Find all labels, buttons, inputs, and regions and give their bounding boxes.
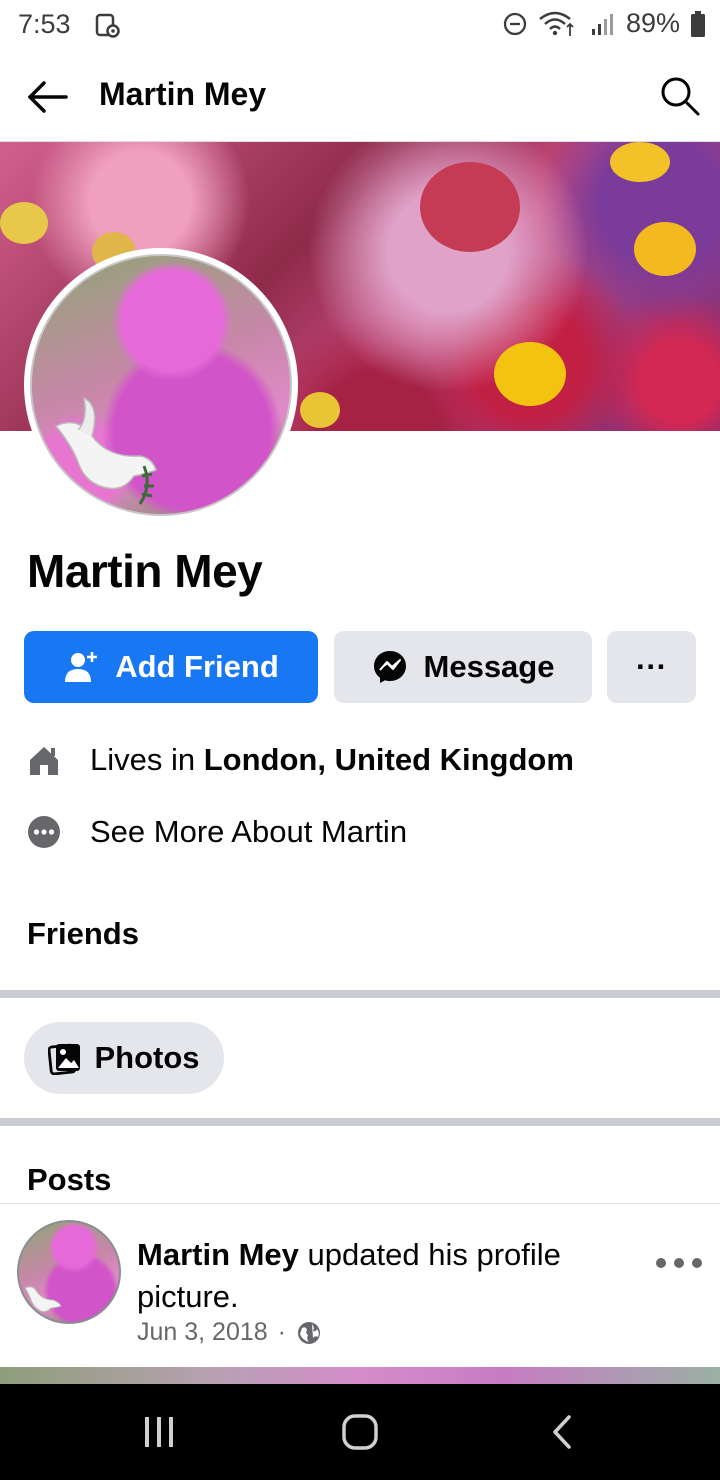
do-not-disturb-icon [503, 12, 527, 35]
globe-icon [298, 1321, 320, 1344]
search-icon[interactable] [658, 74, 702, 118]
home-icon [30, 747, 58, 775]
dove-icon [54, 396, 157, 505]
posts-heading: Posts [27, 1162, 112, 1197]
more-options-button[interactable]: ··· [607, 631, 696, 703]
message-button[interactable]: Message [334, 631, 592, 703]
dot [674, 1258, 684, 1268]
top-app-bar: Martin Mey [0, 50, 720, 142]
section-divider [0, 990, 720, 998]
flower-center [420, 162, 520, 252]
profile-avatar[interactable] [24, 248, 298, 522]
add-friend-icon [65, 652, 98, 682]
friends-heading[interactable]: Friends [27, 916, 139, 952]
see-more-about-row[interactable]: See More About Martin [24, 812, 407, 852]
post-more-options-button[interactable] [656, 1250, 702, 1276]
avatar-image [30, 254, 292, 516]
status-time: 7:53 [18, 9, 71, 39]
see-more-label: See More About Martin [90, 814, 408, 849]
meta-separator: · [277, 1318, 286, 1346]
message-label: Message [423, 649, 555, 684]
status-right-group: 89% [502, 8, 706, 39]
more-dots-circle-icon [28, 816, 60, 848]
add-friend-label: Add Friend [115, 649, 279, 684]
post-image[interactable] [0, 1367, 720, 1384]
screen-record-icon [95, 13, 120, 38]
post-author-name[interactable]: Martin Mey [137, 1237, 299, 1272]
battery-icon [691, 10, 705, 37]
home-button-icon[interactable] [340, 1412, 380, 1452]
post-date[interactable]: Jun 3, 2018 [137, 1318, 268, 1347]
messenger-icon [373, 651, 406, 683]
photos-label: Photos [94, 1040, 200, 1075]
flower-center [300, 392, 340, 428]
back-nav-icon[interactable] [543, 1412, 583, 1452]
system-navigation-bar [0, 1384, 720, 1480]
dot [656, 1258, 666, 1268]
page-title: Martin Mey [99, 76, 267, 112]
arrow-left-icon[interactable] [24, 74, 70, 120]
photos-button[interactable]: Photos [24, 1022, 224, 1094]
lives-in-place[interactable]: London, United Kingdom [204, 742, 574, 778]
profile-name: Martin Mey [27, 545, 263, 597]
post-headline: Martin Mey updated his profile picture. [137, 1234, 637, 1318]
dove-icon [24, 1286, 62, 1313]
dot [692, 1258, 702, 1268]
flower-center [0, 202, 48, 244]
photos-icon [48, 1043, 81, 1075]
section-divider [0, 1118, 720, 1126]
flower-center [634, 222, 696, 276]
recent-apps-icon[interactable] [139, 1412, 179, 1452]
post-meta: Jun 3, 2018 · [137, 1318, 322, 1347]
status-bar: 7:53 89% [0, 0, 720, 50]
flower-center [494, 342, 566, 406]
posts-separator [0, 1203, 720, 1204]
battery-percent: 89% [625, 8, 680, 38]
wifi-icon [539, 11, 574, 36]
flower-center [610, 142, 670, 182]
lives-in-row: Lives in London, United Kingdom [24, 740, 574, 780]
more-options-label: ··· [636, 649, 667, 684]
signal-icon [591, 13, 613, 35]
add-friend-button[interactable]: Add Friend [24, 631, 318, 703]
lives-in-prefix: Lives in [90, 742, 196, 777]
post-author-avatar[interactable] [17, 1220, 121, 1324]
